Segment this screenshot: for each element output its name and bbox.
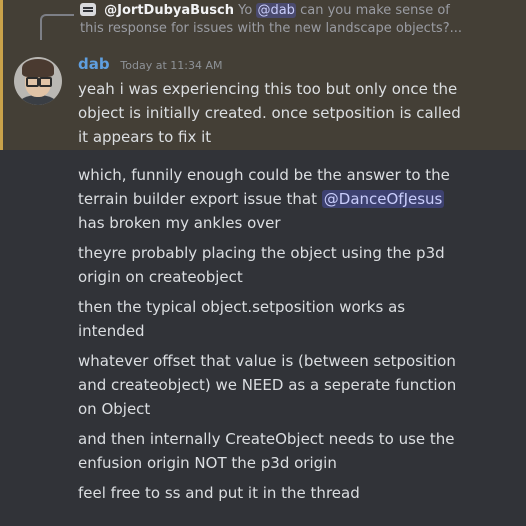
- message-line: then the typical object.setposition work…: [78, 298, 406, 316]
- reply-thread-icon: [80, 3, 96, 16]
- message[interactable]: whatever offset that value is (between s…: [78, 349, 518, 421]
- author-name[interactable]: dab: [78, 55, 110, 73]
- message[interactable]: which, funnily enough could be the answe…: [78, 163, 518, 235]
- message-header: dab Today at 11:34 AM: [78, 54, 222, 76]
- message-line: theyre probably placing the object using…: [78, 244, 445, 262]
- message[interactable]: yeah i was experiencing this too but onl…: [78, 77, 518, 149]
- message[interactable]: then the typical object.setposition work…: [78, 295, 518, 343]
- message-timestamp[interactable]: Today at 11:34 AM: [120, 59, 222, 72]
- reply-mention[interactable]: @dab: [256, 3, 296, 18]
- message-line: it appears to fix it: [78, 128, 212, 146]
- message[interactable]: feel free to ss and put it in the thread: [78, 481, 518, 505]
- message-line: and createobject) we NEED as a seperate …: [78, 376, 457, 394]
- user-mention[interactable]: @DanceOfJesus: [321, 190, 445, 208]
- message-line: whatever offset that value is (between s…: [78, 352, 456, 370]
- message-line: intended: [78, 322, 145, 340]
- avatar-glasses-left: [26, 77, 39, 87]
- message-line: feel free to ss and put it in the thread: [78, 484, 360, 502]
- message-group: yeah i was experiencing this too but onl…: [78, 77, 518, 511]
- message[interactable]: theyre probably placing the object using…: [78, 241, 518, 289]
- reply-preview-prefix: Yo: [238, 3, 253, 18]
- message[interactable]: and then internally CreateObject needs t…: [78, 427, 518, 475]
- reply-preview-line1: can you make sense of: [300, 3, 450, 18]
- avatar-hair: [22, 59, 54, 77]
- chat-view: @JortDubyaBusch Yo @dab can you make sen…: [0, 0, 526, 526]
- mention-highlight-bar: [0, 0, 3, 150]
- message-line: yeah i was experiencing this too but onl…: [78, 80, 458, 98]
- message-line: and then internally CreateObject needs t…: [78, 430, 455, 448]
- avatar[interactable]: [14, 57, 62, 105]
- reply-reference[interactable]: @JortDubyaBusch Yo @dab can you make sen…: [80, 2, 520, 38]
- reply-preview-line2: this response for issues with the new la…: [80, 21, 462, 36]
- message-line: has broken my ankles over: [78, 214, 281, 232]
- reply-username[interactable]: @JortDubyaBusch: [104, 3, 234, 18]
- message-line: on Object: [78, 400, 151, 418]
- message-text: terrain builder export issue that: [78, 190, 317, 208]
- avatar-glasses-right: [39, 77, 52, 87]
- message-line: object is initially created. once setpos…: [78, 104, 461, 122]
- message-line: origin on createobject: [78, 268, 243, 286]
- reply-connector: [40, 14, 74, 40]
- message-line-with-mention: terrain builder export issue that @Dance…: [78, 187, 518, 211]
- message-line: enfusion origin NOT the p3d origin: [78, 454, 337, 472]
- message-line: which, funnily enough could be the answe…: [78, 166, 450, 184]
